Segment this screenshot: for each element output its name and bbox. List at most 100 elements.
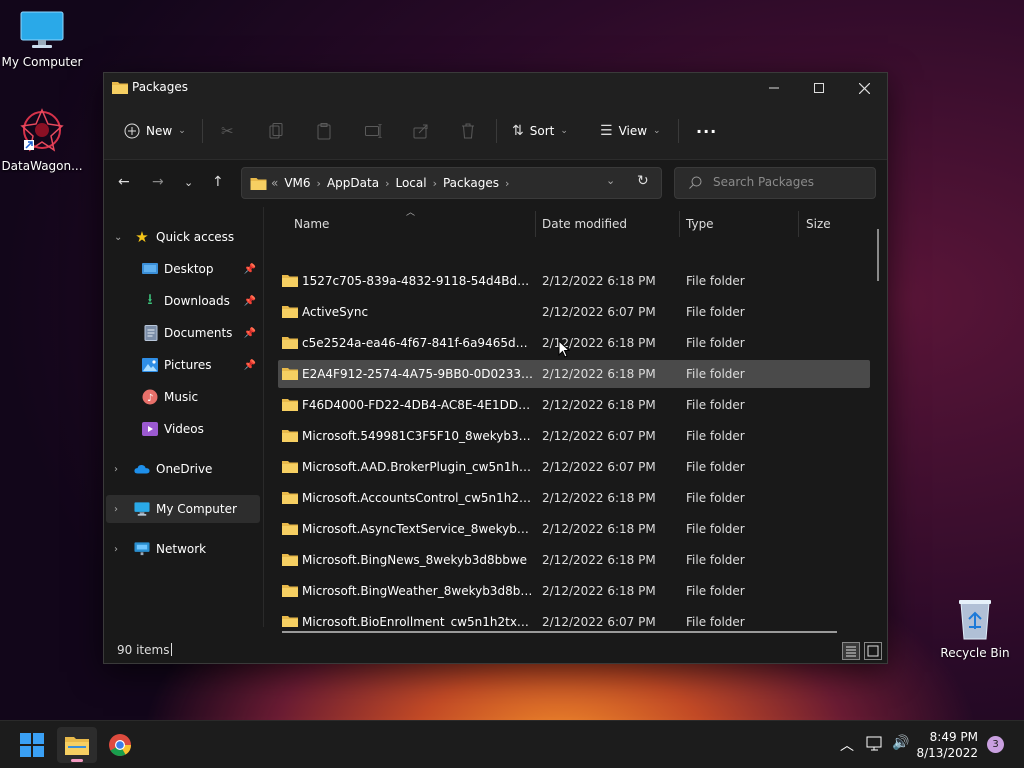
breadcrumb-vm6[interactable]: VM6 — [284, 176, 310, 190]
pin-icon[interactable]: 📌 — [244, 264, 256, 275]
clock[interactable]: 8:49 PM 8/13/2022 — [916, 729, 978, 761]
see-more-button[interactable]: ... — [696, 113, 717, 141]
column-header-label: Type — [686, 217, 714, 231]
desktop-icon-datawagon[interactable]: DataWagon... — [0, 106, 84, 173]
desktop-icon-my-computer[interactable]: My Computer — [0, 10, 84, 69]
folder-icon — [282, 461, 298, 473]
view-button[interactable]: ☰ View ⌄ — [600, 117, 661, 145]
column-header-size[interactable]: Size — [806, 207, 876, 241]
details-view-button[interactable] — [842, 642, 860, 660]
table-row[interactable]: c5e2524a-ea46-4f67-841f-6a9465d9d515_...… — [278, 329, 870, 357]
breadcrumb-packages[interactable]: Packages — [443, 176, 499, 190]
folder-icon — [282, 554, 298, 566]
chevron-right-icon[interactable]: › — [114, 464, 118, 475]
desktop-icon-recycle-bin[interactable]: Recycle Bin — [933, 597, 1017, 660]
table-row[interactable]: Microsoft.AsyncTextService_8wekyb3d8b...… — [278, 515, 870, 543]
taskbar-file-explorer[interactable] — [57, 727, 97, 763]
forward-button[interactable]: → — [152, 174, 164, 190]
sidebar-item-pictures[interactable]: Pictures 📌 — [106, 351, 260, 379]
address-bar[interactable]: « VM6 › AppData › Local › Packages › ⌄ ↻ — [241, 167, 662, 199]
pin-icon[interactable]: 📌 — [244, 360, 256, 371]
cloud-icon — [134, 464, 150, 474]
vertical-scrollbar[interactable] — [877, 229, 879, 281]
minimize-button[interactable] — [751, 73, 797, 103]
file-date-modified: 2/12/2022 6:18 PM — [542, 274, 656, 288]
breadcrumb-appdata[interactable]: AppData — [327, 176, 379, 190]
maximize-button[interactable] — [796, 73, 842, 103]
table-row[interactable]: Microsoft.549981C3F5F10_8wekyb3d8bb... 2/… — [278, 422, 870, 450]
back-button[interactable]: ← — [118, 174, 130, 190]
desktop-icon-label: DataWagon... — [1, 159, 83, 173]
pane-splitter[interactable] — [263, 207, 264, 627]
chevron-right-icon[interactable]: › — [114, 504, 118, 515]
sidebar-item-my-computer[interactable]: › My Computer — [106, 495, 260, 523]
file-name: E2A4F912-2574-4A75-9BB0-0D023378592... — [302, 367, 534, 381]
column-divider[interactable] — [798, 211, 799, 237]
sidebar-item-quick-access[interactable]: ⌄ ★ Quick access — [106, 223, 260, 251]
table-row[interactable]: ActiveSync 2/12/2022 6:07 PM File folder — [278, 298, 870, 326]
table-row[interactable]: 1527c705-839a-4832-9118-54d4Bd6a0c89... 2… — [278, 267, 870, 295]
sidebar-item-documents[interactable]: Documents 📌 — [106, 319, 260, 347]
volume-button[interactable]: 🔊 — [892, 735, 909, 751]
share-button[interactable] — [413, 117, 429, 145]
recent-locations-button[interactable]: ⌄ — [184, 176, 193, 189]
chrome-icon — [109, 734, 131, 756]
horizontal-scrollbar[interactable] — [282, 631, 837, 633]
column-divider[interactable] — [679, 211, 680, 237]
tiles-view-button[interactable] — [864, 642, 882, 660]
chevron-down-icon[interactable]: ⌄ — [114, 232, 122, 243]
show-hidden-icons-button[interactable]: ︿ — [840, 735, 854, 755]
cut-button[interactable]: ✂ — [221, 117, 234, 145]
pin-icon[interactable]: 📌 — [244, 328, 256, 339]
chevron-right-icon: › — [432, 176, 437, 190]
refresh-button[interactable]: ↻ — [637, 173, 649, 189]
breadcrumb-local[interactable]: Local — [395, 176, 426, 190]
close-button[interactable] — [841, 73, 887, 103]
table-row[interactable]: Microsoft.AAD.BrokerPlugin_cw5n1h2txy...… — [278, 453, 870, 481]
table-row[interactable]: Microsoft.AccountsControl_cw5n1h2txy... 2… — [278, 484, 870, 512]
taskbar-chrome[interactable] — [100, 727, 140, 763]
sidebar-item-downloads[interactable]: ⭳ Downloads 📌 — [106, 287, 260, 315]
table-row[interactable]: Microsoft.BingNews_8wekyb3d8bbwe 2/12/202… — [278, 546, 870, 574]
datawagon-shortcut-icon — [20, 108, 64, 152]
sidebar-item-desktop[interactable]: Desktop 📌 — [106, 255, 260, 283]
title-bar[interactable]: Packages — [104, 73, 887, 103]
rename-button[interactable] — [365, 117, 383, 145]
window-title: Packages — [132, 80, 188, 94]
chevron-right-icon: › — [385, 176, 390, 190]
sidebar-item-label: Desktop — [164, 262, 214, 276]
search-input[interactable] — [711, 174, 865, 190]
column-header-date-modified[interactable]: Date modified — [542, 207, 678, 241]
paste-button[interactable] — [317, 117, 331, 145]
network-status-button[interactable] — [866, 736, 884, 756]
sort-button[interactable]: ⇅ Sort ⌄ — [512, 117, 568, 145]
sidebar-item-music[interactable]: ♪ Music — [106, 383, 260, 411]
address-dropdown-button[interactable]: ⌄ — [606, 174, 615, 187]
start-button[interactable] — [12, 727, 52, 763]
sidebar-item-videos[interactable]: Videos — [106, 415, 260, 443]
breadcrumb-overflow[interactable]: « — [271, 176, 278, 190]
sidebar-item-network[interactable]: › Network — [106, 535, 260, 563]
file-date-modified: 2/12/2022 6:18 PM — [542, 398, 656, 412]
column-header-name[interactable]: Name — [294, 207, 534, 241]
file-date-modified: 2/12/2022 6:18 PM — [542, 491, 656, 505]
table-row[interactable]: F46D4000-FD22-4DB4-AC8E-4E1DDDE828... 2/1… — [278, 391, 870, 419]
copy-button[interactable] — [269, 117, 283, 145]
notification-badge[interactable]: 3 — [987, 736, 1004, 753]
delete-button[interactable] — [461, 117, 475, 145]
up-button[interactable]: ↑ — [212, 174, 224, 190]
file-type: File folder — [686, 522, 745, 536]
table-row[interactable]: Microsoft.BioEnrollment_cw5n1h2txyewy 2/1… — [278, 608, 870, 627]
chevron-right-icon[interactable]: › — [114, 544, 118, 555]
minimize-icon — [769, 87, 779, 89]
new-button[interactable]: New ⌄ — [124, 117, 186, 145]
pin-icon[interactable]: 📌 — [244, 296, 256, 307]
file-name: F46D4000-FD22-4DB4-AC8E-4E1DDDE828... — [302, 398, 534, 412]
search-box[interactable] — [674, 167, 876, 199]
table-row[interactable]: Microsoft.BingWeather_8wekyb3d8bbwe 2/12/… — [278, 577, 870, 605]
column-header-type[interactable]: Type — [686, 207, 796, 241]
table-row[interactable]: E2A4F912-2574-4A75-9BB0-0D023378592... 2/… — [278, 360, 870, 388]
mouse-cursor-icon — [558, 340, 570, 358]
column-divider[interactable] — [535, 211, 536, 237]
sidebar-item-onedrive[interactable]: › OneDrive — [106, 455, 260, 483]
